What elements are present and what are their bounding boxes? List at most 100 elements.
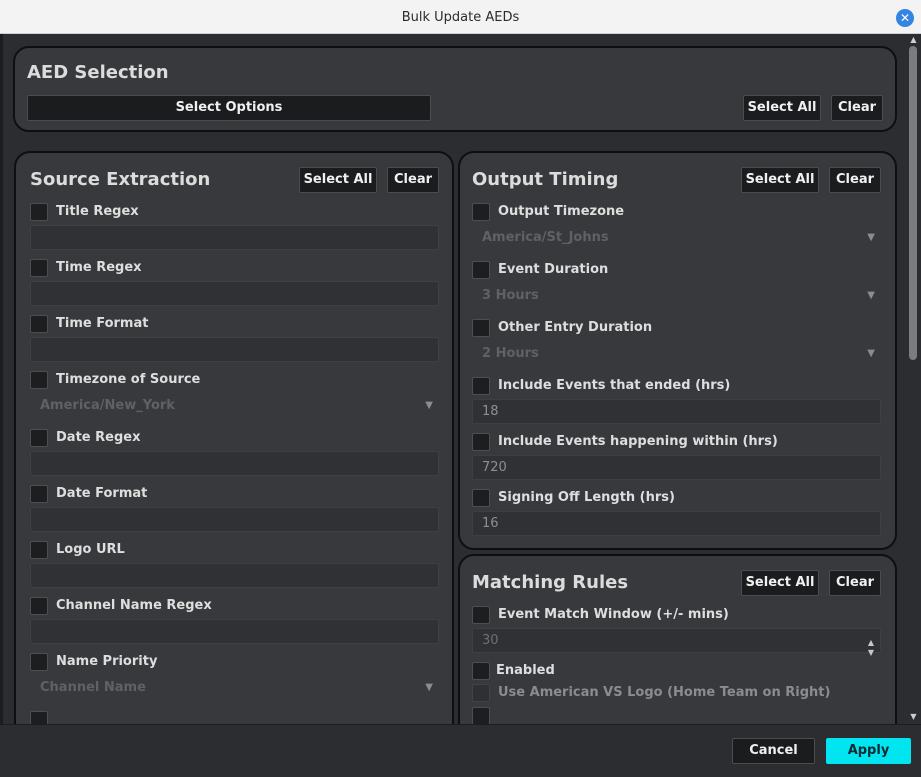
include-ended-checkbox-row[interactable]: Include Events that ended (hrs) <box>472 376 882 396</box>
time-format-label: Time Format <box>56 316 149 331</box>
chevron-down-icon: ▼ <box>425 400 433 411</box>
include-within-checkbox-row[interactable]: Include Events happening within (hrs) <box>472 432 882 452</box>
chevron-down-icon: ▼ <box>867 232 875 243</box>
aed-selection-group: AED Selection Select Options Select All … <box>13 46 897 132</box>
scrollbar-thumb[interactable] <box>909 46 917 360</box>
event-match-window-checkbox-row[interactable]: Event Match Window (+/- mins) <box>472 605 882 625</box>
output-timezone-label: Output Timezone <box>498 204 625 219</box>
date-regex-checkbox[interactable] <box>30 429 48 447</box>
time-regex-input[interactable] <box>30 281 439 306</box>
select-options-button[interactable]: Select Options <box>27 95 431 121</box>
close-icon[interactable]: ✕ <box>896 9 914 27</box>
date-format-input[interactable] <box>30 507 439 532</box>
aed-select-all-button[interactable]: Select All <box>743 95 821 121</box>
other-entry-duration-label: Other Entry Duration <box>498 320 653 335</box>
logo-url-input[interactable] <box>30 563 439 588</box>
output-select-all-button[interactable]: Select All <box>741 167 819 193</box>
timezone-of-source-value: America/New_York <box>40 398 175 413</box>
time-regex-checkbox-row[interactable]: Time Regex <box>30 258 430 278</box>
dialog-footer: Cancel Apply <box>0 724 921 777</box>
window-title: Bulk Update AEDs <box>401 10 520 25</box>
chevron-down-icon: ▼ <box>867 290 875 301</box>
signing-off-checkbox[interactable] <box>472 489 490 507</box>
include-ended-input[interactable]: 18 <box>472 399 881 424</box>
event-match-window-spinbox[interactable]: 30 ▲ ▼ <box>472 628 881 657</box>
channel-name-regex-checkbox-row[interactable]: Channel Name Regex <box>30 596 430 616</box>
timezone-of-source-dropdown[interactable]: America/New_York ▼ <box>30 393 439 418</box>
name-priority-dropdown[interactable]: Channel Name ▼ <box>30 675 439 700</box>
date-format-label: Date Format <box>56 486 148 501</box>
timezone-of-source-label: Timezone of Source <box>56 372 201 387</box>
matching-clear-button[interactable]: Clear <box>829 570 881 596</box>
date-regex-checkbox-row[interactable]: Date Regex <box>30 428 430 448</box>
output-timezone-dropdown[interactable]: America/St_Johns ▼ <box>472 225 881 250</box>
date-format-checkbox[interactable] <box>30 485 48 503</box>
title-regex-checkbox-row[interactable]: Title Regex <box>30 202 430 222</box>
event-match-window-label: Event Match Window (+/- mins) <box>498 607 729 622</box>
channel-name-regex-checkbox[interactable] <box>30 597 48 615</box>
include-within-label: Include Events happening within (hrs) <box>498 434 778 449</box>
timezone-of-source-checkbox[interactable] <box>30 371 48 389</box>
matching-rules-title: Matching Rules <box>472 572 629 593</box>
source-select-all-button[interactable]: Select All <box>299 167 377 193</box>
name-priority-checkbox-row[interactable]: Name Priority <box>30 652 430 672</box>
time-regex-checkbox[interactable] <box>30 259 48 277</box>
enabled-checkbox-row[interactable]: Enabled <box>472 661 882 681</box>
output-timezone-checkbox[interactable] <box>472 203 490 221</box>
channel-name-regex-input[interactable] <box>30 619 439 644</box>
event-match-window-value: 30 <box>482 633 499 648</box>
scroll-content: AED Selection Select Options Select All … <box>3 34 906 724</box>
include-within-input[interactable]: 720 <box>472 455 881 480</box>
scroll-down-icon[interactable]: ▼ <box>909 713 918 721</box>
chevron-down-icon: ▼ <box>867 348 875 359</box>
event-duration-dropdown[interactable]: 3 Hours ▼ <box>472 283 881 308</box>
name-priority-checkbox[interactable] <box>30 653 48 671</box>
apply-button[interactable]: Apply <box>826 738 911 764</box>
time-format-input[interactable] <box>30 337 439 362</box>
enabled-checkbox[interactable] <box>472 662 490 680</box>
time-format-checkbox-row[interactable]: Time Format <box>30 314 430 334</box>
date-regex-input[interactable] <box>30 451 439 476</box>
event-duration-checkbox[interactable] <box>472 261 490 279</box>
american-vs-logo-checkbox[interactable] <box>472 684 490 702</box>
date-format-checkbox-row[interactable]: Date Format <box>30 484 430 504</box>
matching-select-all-button[interactable]: Select All <box>741 570 819 596</box>
include-within-checkbox[interactable] <box>472 433 490 451</box>
source-clear-button[interactable]: Clear <box>387 167 439 193</box>
output-timing-title: Output Timing <box>472 169 619 190</box>
title-regex-input[interactable] <box>30 225 439 250</box>
other-entry-duration-checkbox-row[interactable]: Other Entry Duration <box>472 318 882 338</box>
cut-off-checkbox[interactable] <box>30 711 48 724</box>
event-duration-value: 3 Hours <box>482 288 539 303</box>
event-match-window-checkbox[interactable] <box>472 606 490 624</box>
scroll-up-icon[interactable]: ▲ <box>909 36 918 44</box>
other-entry-duration-checkbox[interactable] <box>472 319 490 337</box>
include-ended-checkbox[interactable] <box>472 377 490 395</box>
enabled-label: Enabled <box>496 663 555 678</box>
name-priority-label: Name Priority <box>56 654 158 669</box>
logo-url-checkbox-row[interactable]: Logo URL <box>30 540 430 560</box>
logo-url-label: Logo URL <box>56 542 125 557</box>
logo-url-checkbox[interactable] <box>30 541 48 559</box>
cancel-button[interactable]: Cancel <box>732 738 815 764</box>
event-duration-checkbox-row[interactable]: Event Duration <box>472 260 882 280</box>
signing-off-label: Signing Off Length (hrs) <box>498 490 675 505</box>
signing-off-input[interactable]: 16 <box>472 511 881 536</box>
vertical-scrollbar[interactable]: ▲ ▼ <box>906 34 921 724</box>
other-entry-duration-dropdown[interactable]: 2 Hours ▼ <box>472 341 881 366</box>
aed-selection-title: AED Selection <box>27 62 169 83</box>
title-regex-checkbox[interactable] <box>30 203 48 221</box>
aed-clear-button[interactable]: Clear <box>831 95 883 121</box>
cut-off-enabled-checkbox-row[interactable] <box>472 706 882 724</box>
title-bar: Bulk Update AEDs ✕ <box>0 0 921 34</box>
cut-off-checkbox-row[interactable] <box>30 710 430 724</box>
output-clear-button[interactable]: Clear <box>829 167 881 193</box>
time-format-checkbox[interactable] <box>30 315 48 333</box>
date-regex-label: Date Regex <box>56 430 141 445</box>
output-timezone-checkbox-row[interactable]: Output Timezone <box>472 202 882 222</box>
cut-off-enabled-checkbox[interactable] <box>472 707 490 724</box>
event-duration-label: Event Duration <box>498 262 609 277</box>
american-vs-logo-checkbox-row[interactable]: Use American VS Logo (Home Team on Right… <box>472 683 882 703</box>
timezone-of-source-checkbox-row[interactable]: Timezone of Source <box>30 370 430 390</box>
signing-off-checkbox-row[interactable]: Signing Off Length (hrs) <box>472 488 882 508</box>
